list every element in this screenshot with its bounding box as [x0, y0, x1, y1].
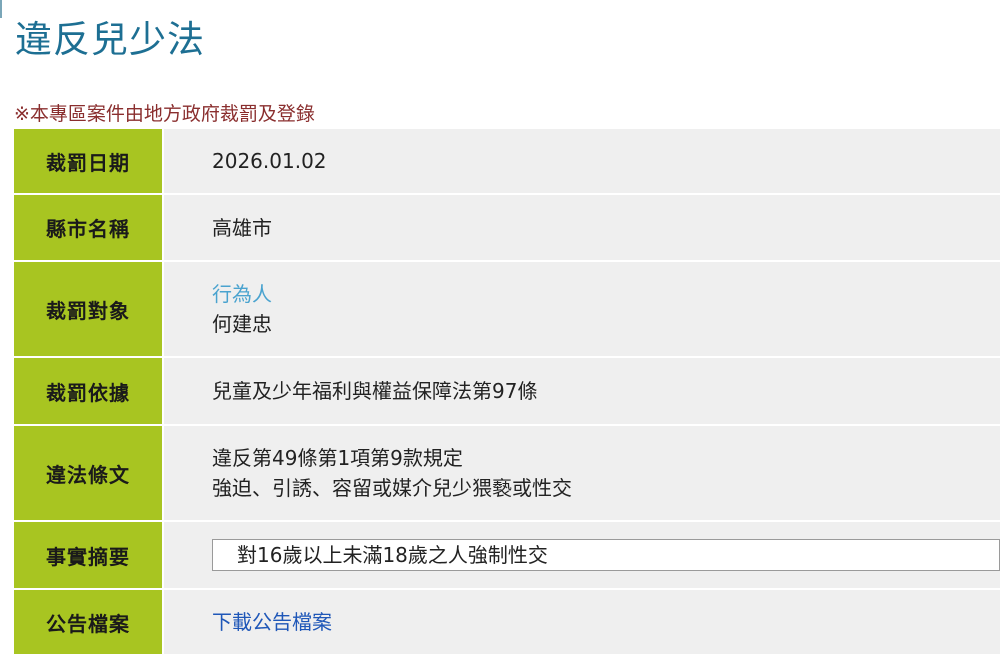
row-label: 裁罰依據 — [14, 358, 164, 424]
row-fact-summary: 事實摘要 對16歲以上未滿18歲之人強制性交 — [14, 522, 1000, 590]
row-value: 下載公告檔案 — [164, 590, 1000, 654]
row-label: 裁罰日期 — [14, 129, 164, 193]
row-city-name: 縣市名稱 高雄市 — [14, 195, 1000, 262]
fact-summary-value: 對16歲以上未滿18歲之人強制性交 — [237, 543, 548, 567]
row-label: 事實摘要 — [14, 522, 164, 588]
penalty-date-value: 2026.01.02 — [212, 149, 327, 173]
penalty-basis-value: 兒童及少年福利與權益保障法第97條 — [212, 379, 538, 403]
row-value: 高雄市 — [164, 195, 1000, 260]
row-label: 公告檔案 — [14, 590, 164, 654]
row-penalty-basis: 裁罰依據 兒童及少年福利與權益保障法第97條 — [14, 358, 1000, 426]
row-label: 裁罰對象 — [14, 262, 164, 356]
row-value: 行為人 何建忠 — [164, 262, 1000, 356]
row-value: 兒童及少年福利與權益保障法第97條 — [164, 358, 1000, 424]
page: 違反兒少法 ※本專區案件由地方政府裁罰及登錄 裁罰日期 2026.01.02 縣… — [0, 0, 1000, 666]
page-title: 違反兒少法 — [15, 18, 205, 61]
row-announcement-file: 公告檔案 下載公告檔案 — [14, 590, 1000, 656]
row-value: 對16歲以上未滿18歲之人強制性交 — [164, 522, 1000, 588]
violated-article-line2: 強迫、引誘、容留或媒介兒少猥褻或性交 — [212, 476, 572, 500]
row-value: 2026.01.02 — [164, 129, 1000, 193]
target-name: 何建忠 — [212, 312, 272, 336]
fact-summary-box: 對16歲以上未滿18歲之人強制性交 — [212, 539, 1000, 571]
violated-article-line1: 違反第49條第1項第9款規定 — [212, 446, 463, 470]
window-edge-mark — [0, 0, 2, 18]
row-value: 違反第49條第1項第9款規定 強迫、引誘、容留或媒介兒少猥褻或性交 — [164, 426, 1000, 520]
row-label: 違法條文 — [14, 426, 164, 520]
notice-text: ※本專區案件由地方政府裁罰及登錄 — [14, 103, 315, 125]
target-type: 行為人 — [212, 282, 272, 306]
row-violated-article: 違法條文 違反第49條第1項第9款規定 強迫、引誘、容留或媒介兒少猥褻或性交 — [14, 426, 1000, 522]
city-name-value: 高雄市 — [212, 215, 272, 240]
download-announcement-link[interactable]: 下載公告檔案 — [212, 607, 1000, 637]
penalty-record-table: 裁罰日期 2026.01.02 縣市名稱 高雄市 裁罰對象 行為人 何建忠 裁罰… — [14, 129, 1000, 656]
row-label: 縣市名稱 — [14, 195, 164, 260]
row-penalty-target: 裁罰對象 行為人 何建忠 — [14, 262, 1000, 358]
row-penalty-date: 裁罰日期 2026.01.02 — [14, 129, 1000, 195]
